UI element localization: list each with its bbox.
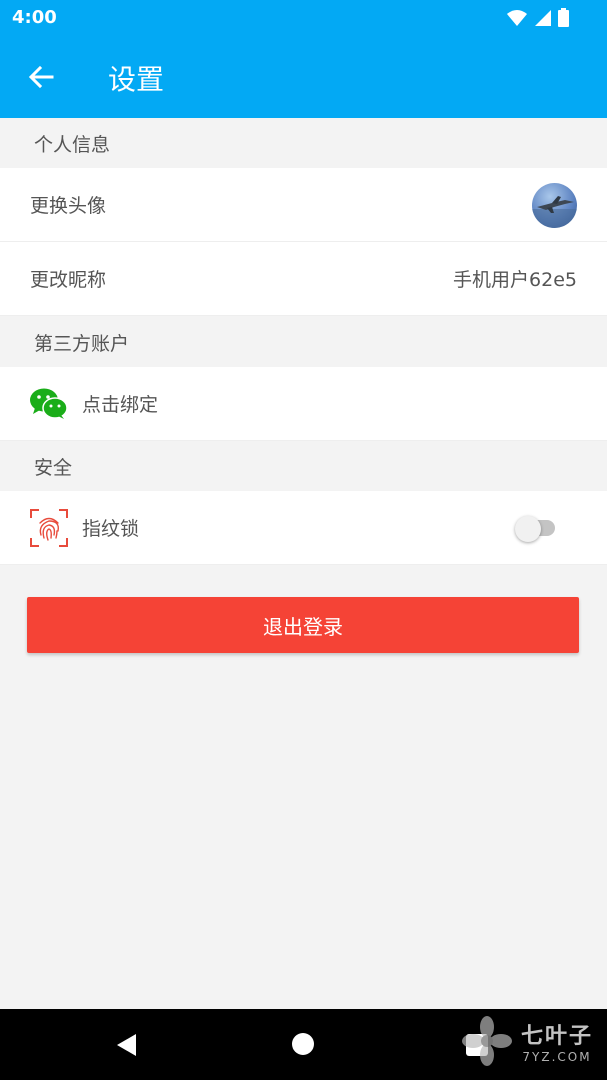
section-header-security-label: 安全 [34,456,73,479]
avatar-jet-image [532,196,577,228]
row-bind-wechat[interactable]: 点击绑定 [0,367,607,441]
fingerprint-lock-label: 指纹锁 [82,518,140,540]
watermark: 七叶子 7YZ.COM [461,1015,593,1067]
home-circle-icon[interactable] [292,1033,314,1055]
back-triangle-icon[interactable] [116,1033,138,1057]
change-avatar-label: 更换头像 [30,195,107,217]
section-header-personal-label: 个人信息 [34,133,111,156]
section-header-third-party: 第三方账户 [0,317,607,367]
wifi-icon [507,9,527,26]
row-fingerprint-lock[interactable]: 指纹锁 [0,491,607,565]
logout-button[interactable]: 退出登录 [27,597,579,653]
change-nickname-label: 更改昵称 [30,269,107,291]
watermark-text: 七叶子 7YZ.COM [521,1018,593,1064]
status-time: 4:00 [12,7,57,28]
fingerprint-toggle[interactable] [515,516,561,542]
watermark-sub: 7YZ.COM [522,1050,592,1064]
arrow-left-icon[interactable] [26,62,56,92]
row-change-nickname[interactable]: 更改昵称 手机用户62e5 [0,242,607,316]
wechat-icon [30,388,68,419]
watermark-main: 七叶子 [520,1024,593,1049]
status-icons [506,8,569,27]
avatar[interactable] [532,183,577,228]
page-title: 设置 [108,63,165,96]
fingerprint-icon [30,508,68,547]
section-header-third-party-label: 第三方账户 [34,332,130,355]
signal-icon [535,9,551,26]
app-bar: 设置 [0,36,607,118]
section-header-personal: 个人信息 [0,118,607,168]
section-header-security: 安全 [0,441,607,491]
battery-icon [558,8,569,27]
bind-wechat-label: 点击绑定 [82,394,159,416]
status-bar: 4:00 [0,0,607,36]
toggle-thumb [515,516,541,542]
nickname-value: 手机用户62e5 [453,269,577,291]
row-change-avatar[interactable]: 更换头像 [0,168,607,242]
watermark-logo-icon [461,1016,512,1066]
nav-bar: 七叶子 7YZ.COM [0,1009,607,1080]
